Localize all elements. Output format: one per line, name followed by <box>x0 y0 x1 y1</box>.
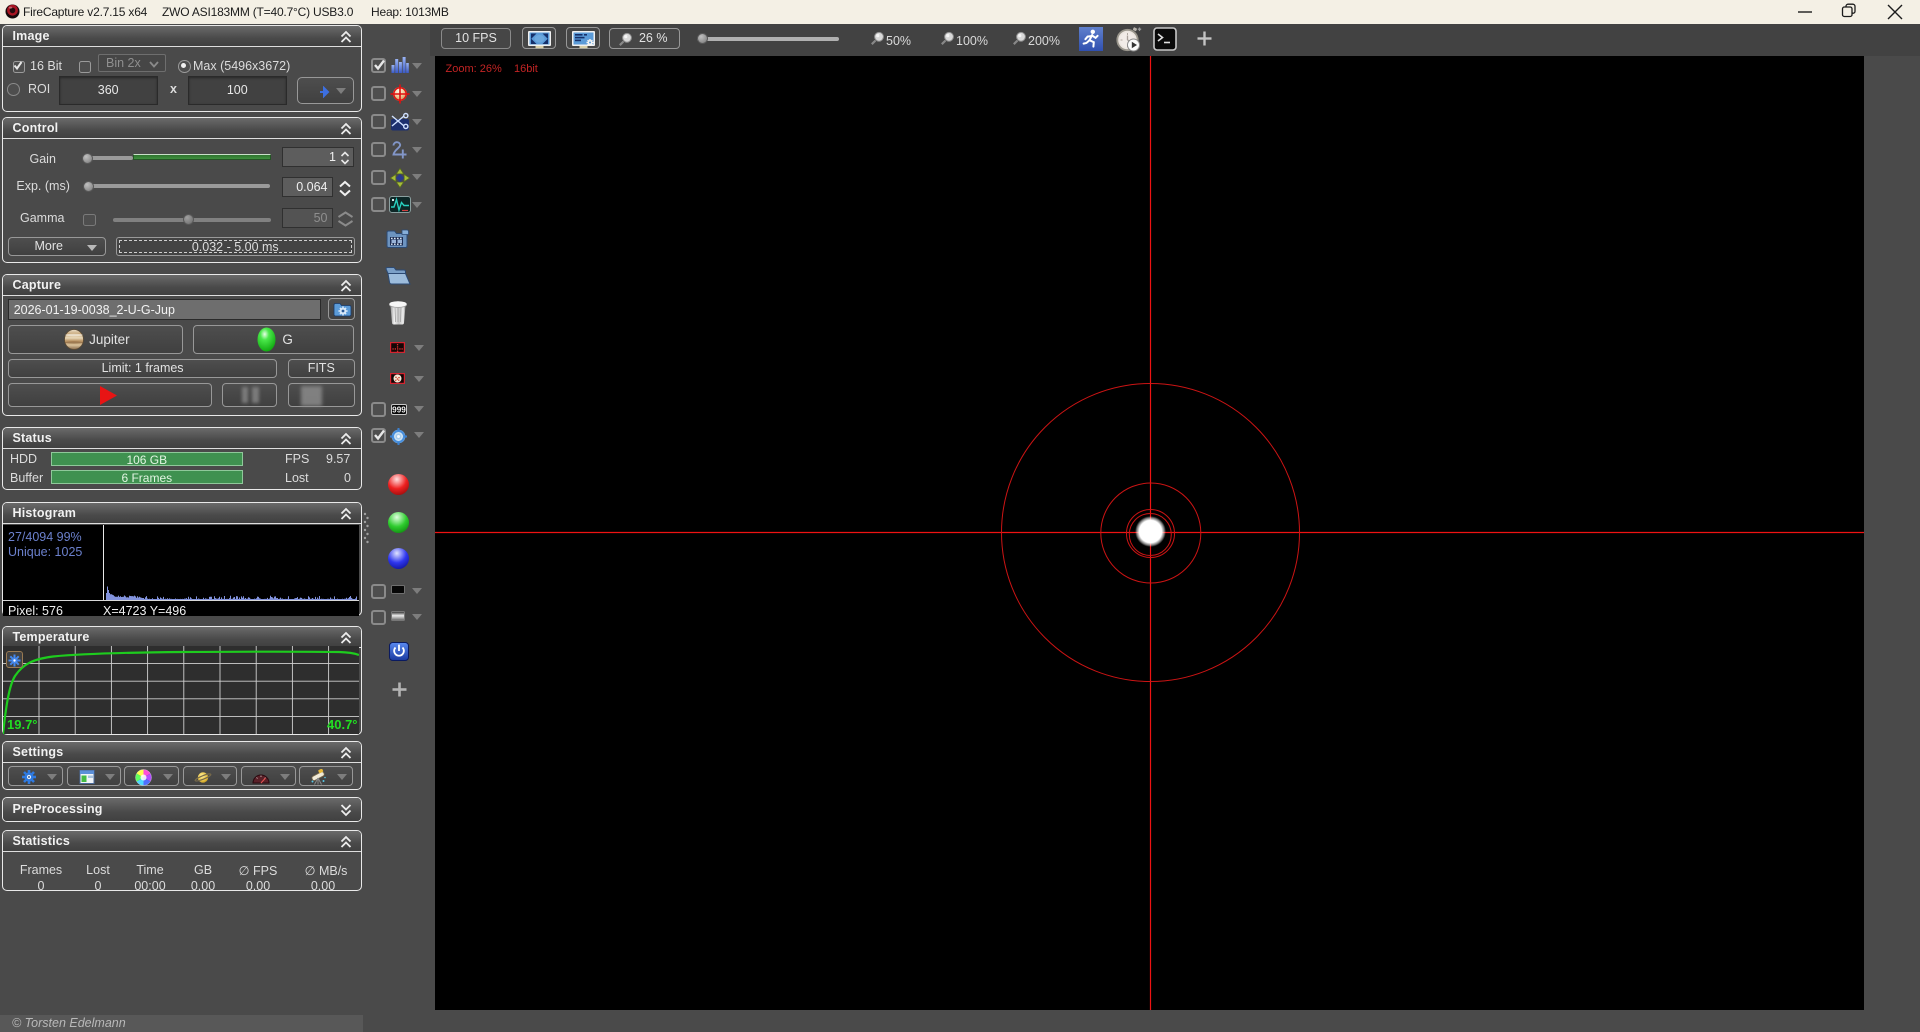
svg-text:Zoom: 26%: Zoom: 26% <box>446 63 502 75</box>
svg-text:999: 999 <box>392 405 406 414</box>
svg-text:16bit: 16bit <box>514 63 538 75</box>
